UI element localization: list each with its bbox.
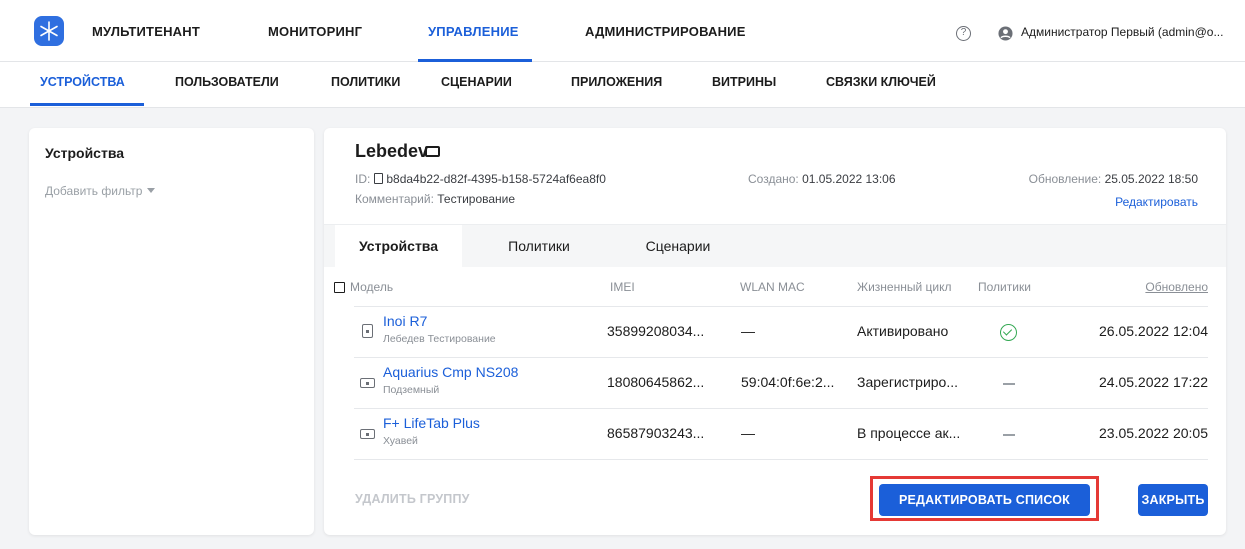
delete-group-button[interactable]: УДАЛИТЬ ГРУППУ <box>355 492 470 506</box>
device-wlan-mac: — <box>741 323 755 339</box>
sub-nav-users[interactable]: ПОЛЬЗОВАТЕЛИ <box>175 75 279 89</box>
device-updated: 24.05.2022 17:22 <box>1099 374 1208 390</box>
device-owner: Лебедев Тестирование <box>383 333 496 345</box>
snowflake-logo-icon <box>40 21 58 41</box>
tab-devices[interactable]: Устройства <box>335 225 462 268</box>
sub-nav-policies[interactable]: ПОЛИТИКИ <box>331 75 400 89</box>
device-wlan-mac: 59:04:0f:6e:2... <box>741 374 835 390</box>
device-imei: 35899208034... <box>607 323 705 339</box>
column-wlan-mac[interactable]: WLAN MAC <box>740 280 805 294</box>
detail-tabs: Устройства Политики Сценарии <box>324 224 1226 268</box>
top-nav-administration[interactable]: АДМИНИСТРИРОВАНИЕ <box>585 24 746 39</box>
user-name[interactable]: Администратор Первый (admin@o... <box>1021 25 1223 39</box>
group-detail-panel: Lebedev ID: b8da4b22-d82f-4395-b158-5724a… <box>324 128 1226 535</box>
table-row[interactable]: Aquarius Cmp NS208 Подземный 18080645862… <box>324 358 1226 408</box>
panel-title: Устройства <box>45 145 125 161</box>
updated-date: Обновление: 25.05.2022 18:50 <box>1029 172 1198 186</box>
comment-label: Комментарий: <box>355 192 434 206</box>
sub-nav-bar: УСТРОЙСТВА ПОЛЬЗОВАТЕЛИ ПОЛИТИКИ СЦЕНАРИ… <box>0 62 1245 108</box>
divider <box>354 459 1208 460</box>
column-policies[interactable]: Политики <box>978 280 1031 294</box>
device-imei: 86587903243... <box>607 425 705 441</box>
smartphone-icon <box>362 324 373 338</box>
table-row[interactable]: F+ LifeTab Plus Хуавей 86587903243... — … <box>324 409 1226 459</box>
device-wlan-mac: — <box>741 425 755 441</box>
device-model-link[interactable]: Inoi R7 <box>383 313 427 329</box>
device-owner: Подземный <box>383 384 440 396</box>
account-circle-icon[interactable] <box>998 26 1013 41</box>
group-comment: Комментарий: Тестирование <box>355 192 515 206</box>
devices-filter-panel: Устройства Добавить фильтр <box>29 128 314 535</box>
sub-nav-scenarios[interactable]: СЦЕНАРИИ <box>441 75 512 89</box>
no-policy-dash <box>1003 383 1015 385</box>
active-sub-nav-indicator <box>30 103 144 106</box>
sub-nav-showcases[interactable]: ВИТРИНЫ <box>712 75 776 89</box>
device-model-link[interactable]: F+ LifeTab Plus <box>383 415 480 431</box>
created-value: 01.05.2022 13:06 <box>802 172 896 186</box>
device-updated: 26.05.2022 12:04 <box>1099 323 1208 339</box>
created-date: Создано: 01.05.2022 13:06 <box>748 172 896 186</box>
column-model[interactable]: Модель <box>350 280 393 294</box>
table-row[interactable]: Inoi R7 Лебедев Тестирование 35899208034… <box>324 307 1226 357</box>
tablet-icon <box>360 378 375 388</box>
group-id: ID: b8da4b22-d82f-4395-b158-5724af6ea8f0 <box>355 172 606 186</box>
device-model-link[interactable]: Aquarius Cmp NS208 <box>383 364 518 380</box>
edit-link[interactable]: Редактировать <box>1115 195 1198 209</box>
add-filter-dropdown[interactable]: Добавить фильтр <box>45 184 156 198</box>
comment-value: Тестирование <box>437 192 516 206</box>
top-bar: МУЛЬТИТЕНАНТ МОНИТОРИНГ УПРАВЛЕНИЕ АДМИН… <box>0 0 1245 62</box>
add-filter-label: Добавить фильтр <box>45 184 143 198</box>
select-all-checkbox[interactable] <box>334 282 345 293</box>
no-policy-dash <box>1003 434 1015 436</box>
column-imei[interactable]: IMEI <box>610 280 635 294</box>
device-owner: Хуавей <box>383 435 418 447</box>
device-lifecycle: Зарегистриро... <box>857 374 959 390</box>
close-button[interactable]: ЗАКРЫТЬ <box>1138 484 1208 516</box>
copy-icon[interactable] <box>374 173 384 184</box>
top-nav-monitoring[interactable]: МОНИТОРИНГ <box>268 24 362 39</box>
check-circle-icon <box>1000 324 1017 341</box>
help-icon[interactable]: ? <box>956 26 971 41</box>
sub-nav-keychains[interactable]: СВЯЗКИ КЛЮЧЕЙ <box>826 75 936 89</box>
column-lifecycle[interactable]: Жизненный цикл <box>857 280 951 294</box>
device-imei: 18080645862... <box>607 374 705 390</box>
top-nav-multitenant[interactable]: МУЛЬТИТЕНАНТ <box>92 24 200 39</box>
created-label: Создано: <box>748 172 799 186</box>
table-header: Модель IMEI WLAN MAC Жизненный цикл Поли… <box>334 280 1208 300</box>
device-lifecycle: В процессе ак... <box>857 425 961 441</box>
updated-label: Обновление: <box>1028 172 1102 186</box>
id-value: b8da4b22-d82f-4395-b158-5724af6ea8f0 <box>386 172 606 186</box>
folder-icon <box>425 146 440 157</box>
sub-nav-apps[interactable]: ПРИЛОЖЕНИЯ <box>571 75 662 89</box>
group-name: Lebedev <box>355 141 429 161</box>
device-lifecycle: Активировано <box>857 323 949 339</box>
tab-scenarios[interactable]: Сценарии <box>618 225 738 268</box>
top-nav-management[interactable]: УПРАВЛЕНИЕ <box>428 24 519 39</box>
id-label: ID: <box>355 172 371 186</box>
sub-nav-devices[interactable]: УСТРОЙСТВА <box>40 75 125 89</box>
device-updated: 23.05.2022 20:05 <box>1099 425 1208 441</box>
tab-policies[interactable]: Политики <box>484 225 594 268</box>
app-logo[interactable] <box>34 16 64 46</box>
tablet-icon <box>360 429 375 439</box>
updated-value: 25.05.2022 18:50 <box>1104 172 1198 186</box>
column-updated[interactable]: Обновлено <box>1145 280 1208 294</box>
edit-list-button[interactable]: РЕДАКТИРОВАТЬ СПИСОК <box>879 484 1090 516</box>
caret-down-icon <box>147 188 156 193</box>
